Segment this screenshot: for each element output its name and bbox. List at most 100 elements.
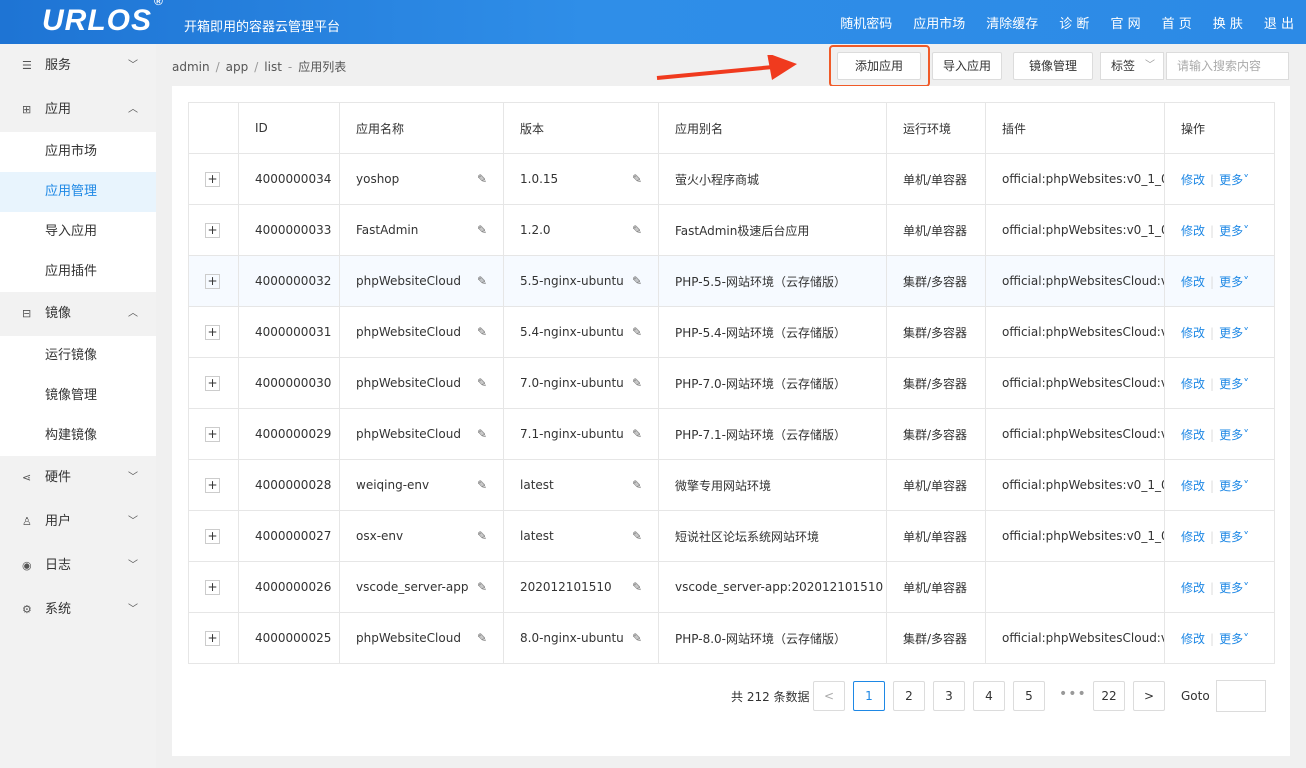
prev-page-button[interactable]: < (813, 681, 845, 711)
breadcrumb-item[interactable]: app (226, 60, 249, 74)
goto-input[interactable] (1216, 680, 1266, 712)
expand-row-icon[interactable]: + (205, 426, 220, 442)
cell-name-text: yoshop (356, 172, 400, 186)
pencil-icon[interactable]: ✎ (632, 274, 642, 288)
expand-row-icon[interactable]: + (205, 528, 220, 544)
pencil-icon[interactable]: ✎ (477, 529, 487, 543)
cell-actions: 修改 | 更多˅ (1164, 510, 1275, 562)
tag-select[interactable]: 标签 ﹀ (1100, 52, 1164, 80)
more-dropdown[interactable]: 更多˅ (1219, 173, 1249, 187)
page-button[interactable]: 4 (973, 681, 1005, 711)
edit-link[interactable]: 修改 (1181, 632, 1205, 646)
sidebar-subitem[interactable]: 应用插件 (0, 252, 156, 292)
urlos-logo[interactable]: URLOS® (42, 0, 164, 38)
sidebar-subitem[interactable]: 镜像管理 (0, 376, 156, 416)
sidebar-subitem[interactable]: 导入应用 (0, 212, 156, 252)
top-nav-item[interactable]: 随机密码 (840, 13, 892, 32)
search-input[interactable] (1166, 52, 1289, 80)
pencil-icon[interactable]: ✎ (632, 325, 642, 339)
top-nav-item[interactable]: 清除缓存 (986, 13, 1038, 32)
breadcrumb-item[interactable]: admin (172, 60, 210, 74)
sidebar-subitem[interactable]: 应用管理 (0, 172, 156, 212)
more-dropdown[interactable]: 更多˅ (1219, 530, 1249, 544)
expand-row-icon[interactable]: + (205, 579, 220, 595)
top-header: URLOS® 开箱即用的容器云管理平台 随机密码 应用市场 清除缓存 诊 断 官 网 首 … (0, 0, 1306, 44)
more-dropdown[interactable]: 更多˅ (1219, 275, 1249, 289)
pencil-icon[interactable]: ✎ (477, 478, 487, 492)
page-button[interactable]: 3 (933, 681, 965, 711)
page-button-last[interactable]: 22 (1093, 681, 1125, 711)
column-header: 应用名称 (339, 102, 504, 154)
sidebar-menu-disk[interactable]: ⊟ 镜像 ︿ (0, 292, 156, 336)
sidebar-submenu: 应用市场 应用管理 导入应用 应用插件 (0, 132, 156, 292)
edit-link[interactable]: 修改 (1181, 224, 1205, 238)
edit-link[interactable]: 修改 (1181, 428, 1205, 442)
pencil-icon[interactable]: ✎ (632, 376, 642, 390)
expand-row-icon[interactable]: + (205, 222, 220, 238)
table-row: +4000000032 phpWebsiteCloud ✎ 5.5-nginx-ubu… (188, 255, 1275, 307)
expand-row-icon[interactable]: + (205, 324, 220, 340)
pencil-icon[interactable]: ✎ (477, 274, 487, 288)
sidebar-menu-box[interactable]: ☰ 服务 ﹀ (0, 44, 156, 88)
pencil-icon[interactable]: ✎ (477, 172, 487, 186)
expand-row-icon[interactable]: + (205, 630, 220, 646)
cell-plugin: official:phpWebsitesCloud:v0 (985, 255, 1165, 307)
add-app-button[interactable]: 添加应用 (837, 52, 921, 80)
breadcrumb: admin / app / list - 应用列表 (172, 58, 346, 75)
top-nav-item[interactable]: 官 网 (1110, 13, 1140, 32)
top-nav-item[interactable]: 首 页 (1162, 13, 1192, 32)
top-nav-item[interactable]: 退 出 (1264, 13, 1294, 32)
expand-row-icon[interactable]: + (205, 171, 220, 187)
more-dropdown[interactable]: 更多˅ (1219, 581, 1249, 595)
pencil-icon[interactable]: ✎ (477, 376, 487, 390)
pencil-icon[interactable]: ✎ (632, 427, 642, 441)
sidebar-subitem[interactable]: 构建镜像 (0, 416, 156, 456)
top-nav-item[interactable]: 应用市场 (913, 13, 965, 32)
pencil-icon[interactable]: ✎ (632, 529, 642, 543)
sidebar-menu-share[interactable]: ⋖ 硬件 ﹀ (0, 456, 156, 500)
sidebar-menu-gear[interactable]: ⚙ 系统 ﹀ (0, 588, 156, 632)
edit-link[interactable]: 修改 (1181, 530, 1205, 544)
pencil-icon[interactable]: ✎ (632, 631, 642, 645)
top-nav-item[interactable]: 诊 断 (1059, 13, 1089, 32)
more-dropdown[interactable]: 更多˅ (1219, 377, 1249, 391)
expand-cell: + (188, 612, 239, 664)
pencil-icon[interactable]: ✎ (632, 172, 642, 186)
page-button[interactable]: 5 (1013, 681, 1045, 711)
page-button[interactable]: 2 (893, 681, 925, 711)
sidebar-subitem[interactable]: 运行镜像 (0, 336, 156, 376)
pencil-icon[interactable]: ✎ (632, 223, 642, 237)
expand-row-icon[interactable]: + (205, 273, 220, 289)
edit-link[interactable]: 修改 (1181, 173, 1205, 187)
expand-row-icon[interactable]: + (205, 477, 220, 493)
sidebar-subitem[interactable]: 应用市场 (0, 132, 156, 172)
pencil-icon[interactable]: ✎ (477, 631, 487, 645)
edit-link[interactable]: 修改 (1181, 377, 1205, 391)
import-app-button[interactable]: 导入应用 (932, 52, 1002, 80)
next-page-button[interactable]: > (1133, 681, 1165, 711)
sidebar-menu-eye[interactable]: ◉ 日志 ﹀ (0, 544, 156, 588)
sidebar-menu-user[interactable]: ♙ 用户 ﹀ (0, 500, 156, 544)
expand-row-icon[interactable]: + (205, 375, 220, 391)
page-button[interactable]: 1 (853, 681, 885, 711)
sidebar-menu-grid[interactable]: ⊞ 应用 ︿ (0, 88, 156, 132)
more-dropdown[interactable]: 更多˅ (1219, 326, 1249, 340)
pencil-icon[interactable]: ✎ (477, 325, 487, 339)
top-nav-item[interactable]: 换 肤 (1213, 13, 1243, 32)
cell-version-text: 202012101510 (520, 580, 612, 594)
edit-link[interactable]: 修改 (1181, 581, 1205, 595)
more-dropdown[interactable]: 更多˅ (1219, 428, 1249, 442)
pencil-icon[interactable]: ✎ (632, 580, 642, 594)
edit-link[interactable]: 修改 (1181, 275, 1205, 289)
pencil-icon[interactable]: ✎ (477, 427, 487, 441)
more-dropdown[interactable]: 更多˅ (1219, 479, 1249, 493)
breadcrumb-item[interactable]: list (264, 60, 282, 74)
edit-link[interactable]: 修改 (1181, 326, 1205, 340)
pencil-icon[interactable]: ✎ (477, 223, 487, 237)
mirror-manage-button[interactable]: 镜像管理 (1013, 52, 1093, 80)
more-dropdown[interactable]: 更多˅ (1219, 224, 1249, 238)
pencil-icon[interactable]: ✎ (632, 478, 642, 492)
pencil-icon[interactable]: ✎ (477, 580, 487, 594)
edit-link[interactable]: 修改 (1181, 479, 1205, 493)
more-dropdown[interactable]: 更多˅ (1219, 632, 1249, 646)
